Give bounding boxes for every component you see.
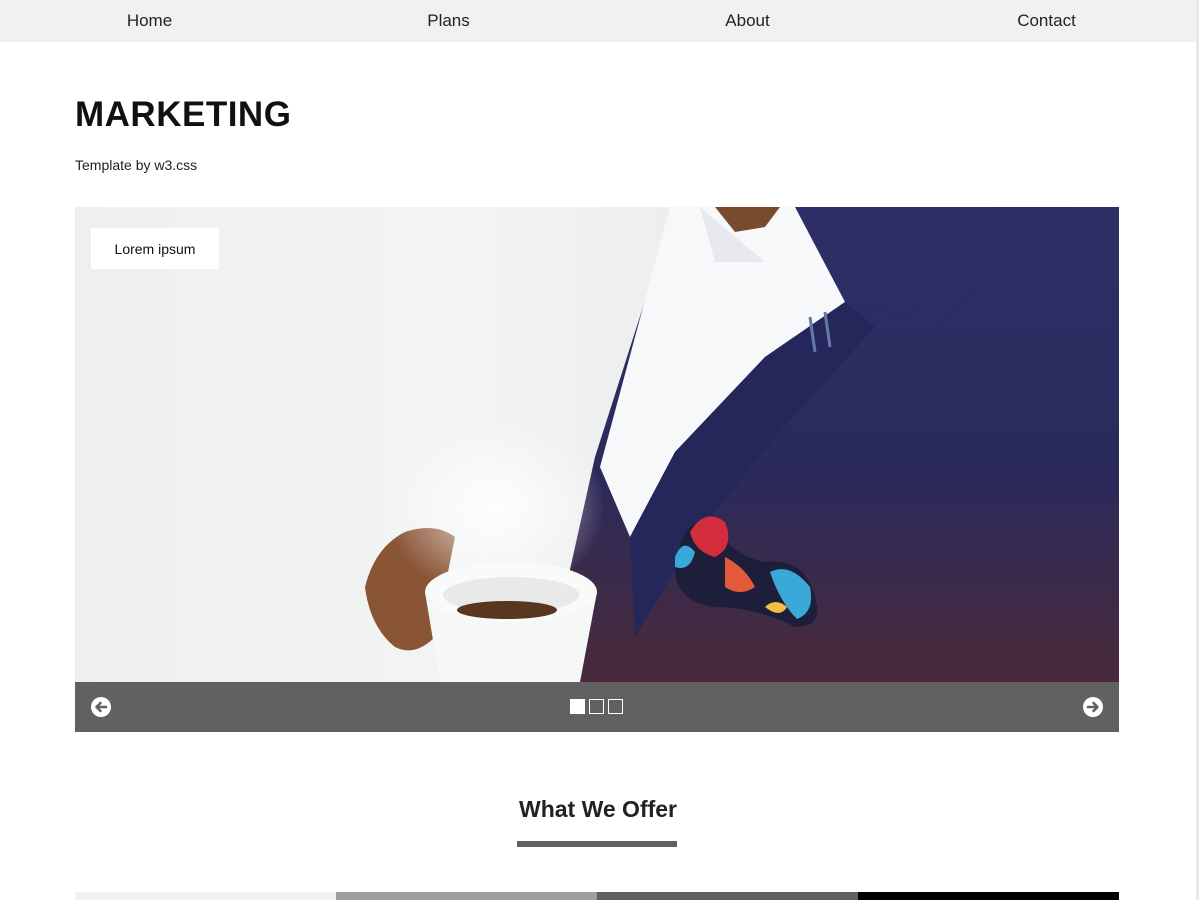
slide-dot-1[interactable] <box>570 699 585 714</box>
slide-caption: Lorem ipsum <box>91 228 219 269</box>
section-heading: What We Offer <box>518 796 678 822</box>
nav-contact[interactable]: Contact <box>897 0 1196 42</box>
swatch-grey <box>336 892 597 900</box>
slide-image: Lorem ipsum <box>75 207 1119 682</box>
page-subtitle: Template by w3.css <box>75 157 198 173</box>
swatch-light <box>75 892 336 900</box>
slide-dot-3[interactable] <box>608 699 623 714</box>
nav-about[interactable]: About <box>598 0 897 42</box>
page-title: MARKETING <box>75 95 292 134</box>
swatch-black <box>858 892 1119 900</box>
top-navigation: Home Plans About Contact <box>0 0 1196 42</box>
heading-underline <box>517 841 677 847</box>
nav-plans[interactable]: Plans <box>299 0 598 42</box>
arrow-circle-right-icon[interactable] <box>1082 696 1104 718</box>
slideshow: Lorem ipsum <box>75 207 1119 732</box>
nav-home[interactable]: Home <box>0 0 299 42</box>
slide-dot-2[interactable] <box>589 699 604 714</box>
slide-controls <box>75 682 1119 732</box>
slide-indicators <box>570 699 623 714</box>
color-strip <box>75 892 1119 900</box>
swatch-dark-grey <box>597 892 858 900</box>
arrow-circle-left-icon[interactable] <box>90 696 112 718</box>
